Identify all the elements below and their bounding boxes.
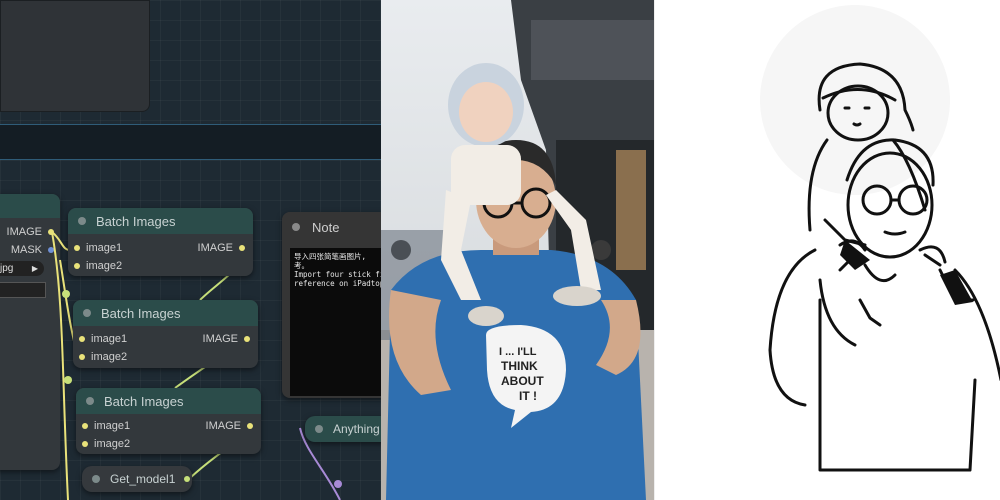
collapse-dot-icon[interactable]: [92, 475, 100, 483]
collapse-dot-icon[interactable]: [86, 397, 94, 405]
batch-images-node-3[interactable]: Batch Images image1 image2 IMAGE: [76, 388, 261, 454]
collapse-dot-icon[interactable]: [315, 425, 323, 433]
node-title: Anything: [333, 422, 380, 436]
slot-label: image2: [94, 438, 131, 450]
node-title: Batch Images: [104, 393, 184, 409]
shirt-text-line1: I ... I'LL: [499, 346, 537, 358]
node-title: Get_model1: [110, 472, 176, 486]
node-title: Batch Images: [101, 305, 181, 321]
note-line: reference on iPadtop: [294, 279, 381, 288]
slot-label: image1: [94, 420, 131, 432]
input-slot-image1[interactable]: image1: [82, 420, 130, 432]
collapse-dot-icon[interactable]: [292, 223, 300, 231]
output-slot-model[interactable]: [184, 476, 190, 482]
output-slot-image[interactable]: IMAGE: [198, 242, 245, 254]
note-node[interactable]: Note 导入四张简笔画图片, 考。 Import four stick fi ref…: [282, 212, 381, 398]
collapse-dot-icon[interactable]: [83, 309, 91, 317]
note-line: Import four stick fi: [294, 270, 381, 279]
slot-label: image2: [86, 260, 123, 272]
reference-photo: I ... I'LL THINK ABOUT IT !: [381, 0, 654, 500]
batch-images-node-2[interactable]: Batch Images image1 image2 IMAGE: [73, 300, 258, 368]
slot-label: image1: [86, 242, 123, 254]
node-title: Note: [312, 219, 340, 235]
line-drawing-output: [654, 0, 1000, 500]
input-slot-image2[interactable]: image2: [74, 260, 122, 272]
input-slot-image2[interactable]: image2: [82, 438, 130, 450]
stick-figure-illustration: [760, 5, 1000, 472]
node-editor-canvas[interactable]: IMAGE MASK jpg ▶ Batch Images image1 ima…: [0, 0, 381, 500]
get-model-node[interactable]: Get_model1: [82, 466, 192, 492]
slot-label: IMAGE: [205, 420, 241, 432]
note-textarea[interactable]: 导入四张简笔画图片, 考。 Import four stick fi referenc…: [290, 248, 381, 396]
slot-label: IMAGE: [202, 333, 238, 345]
anything-node[interactable]: Anything: [305, 416, 381, 442]
shirt-text-line3: ABOUT: [501, 374, 544, 388]
node-title: Batch Images: [96, 213, 176, 229]
shirt-text-line2: THINK: [501, 359, 538, 373]
batch-images-node-1[interactable]: Batch Images image1 image2 IMAGE: [68, 208, 253, 276]
note-line: 考。: [294, 261, 309, 270]
input-slot-image1[interactable]: image1: [74, 242, 122, 254]
slot-label: image2: [91, 351, 128, 363]
shirt-text-line4: IT !: [519, 389, 537, 403]
input-slot-image2[interactable]: image2: [79, 351, 127, 363]
photo-illustration: I ... I'LL THINK ABOUT IT !: [381, 0, 654, 500]
collapse-dot-icon[interactable]: [78, 217, 86, 225]
slot-label: IMAGE: [197, 242, 233, 254]
output-slot-image[interactable]: IMAGE: [206, 420, 253, 432]
input-slot-image1[interactable]: image1: [79, 333, 127, 345]
output-slot-image[interactable]: IMAGE: [203, 333, 250, 345]
slot-label: image1: [91, 333, 128, 345]
note-line: 导入四张简笔画图片,: [294, 252, 367, 261]
